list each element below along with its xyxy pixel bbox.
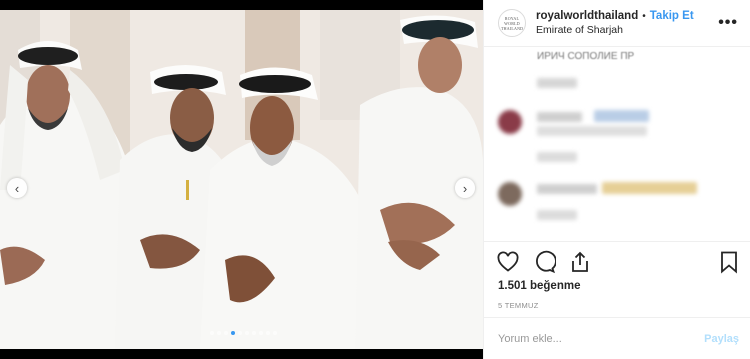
carousel-indicator: [210, 331, 277, 335]
bookmark-icon[interactable]: [717, 250, 741, 274]
carousel-dot: [273, 331, 277, 335]
likes-count[interactable]: 1.501 beğenme: [498, 280, 580, 292]
blurred-comment-text: [602, 182, 697, 194]
carousel-dot: [210, 331, 214, 335]
post-sidebar: ROYAL WORLD THAILAND royalworldthailand …: [483, 0, 750, 359]
separator-bullet: •: [642, 10, 646, 22]
carousel-dot: [238, 331, 242, 335]
action-icons: [496, 250, 592, 274]
post-comment-button[interactable]: Paylaş: [704, 333, 739, 345]
blurred-username: [537, 184, 597, 194]
blurred-comment-text: [537, 126, 647, 136]
header-text: royalworldthailand • Takip Et Emirate of…: [536, 10, 718, 36]
avatar-logo-text: ROYAL WORLD THAILAND: [501, 15, 524, 31]
post-date[interactable]: 5 TEMMUZ: [498, 301, 539, 310]
comment-icon[interactable]: [532, 250, 556, 274]
comments-list[interactable]: ИРИЧ СОПОЛИЕ ПР: [484, 48, 750, 240]
carousel-dot: [231, 331, 235, 335]
carousel-dot: [217, 331, 221, 335]
heart-icon[interactable]: [496, 250, 520, 274]
share-icon[interactable]: [568, 250, 592, 274]
comment-input[interactable]: [498, 332, 705, 345]
post-media[interactable]: ‹ ›: [0, 0, 483, 359]
photo-illustration: [0, 10, 483, 349]
post-photo[interactable]: ‹ ›: [0, 10, 483, 349]
carousel-dot: [245, 331, 249, 335]
follow-button[interactable]: Takip Et: [650, 10, 694, 22]
post-header: ROYAL WORLD THAILAND royalworldthailand …: [484, 0, 750, 47]
blurred-comment-meta: [537, 78, 577, 88]
comment-form: Paylaş: [484, 317, 750, 359]
blurred-comment-meta: [537, 152, 577, 162]
carousel-dot: [259, 331, 263, 335]
blurred-username: [537, 112, 582, 122]
username-link[interactable]: royalworldthailand: [536, 10, 638, 22]
location-link[interactable]: Emirate of Sharjah: [536, 24, 718, 36]
header-row: royalworldthailand • Takip Et: [536, 10, 718, 22]
carousel-prev-button[interactable]: ‹: [7, 178, 27, 198]
avatar[interactable]: ROYAL WORLD THAILAND: [498, 9, 526, 37]
carousel-next-button[interactable]: ›: [455, 178, 475, 198]
blurred-comment-text: [594, 110, 649, 122]
carousel-dot: [266, 331, 270, 335]
carousel-dot: [252, 331, 256, 335]
blurred-comment-meta: [537, 210, 577, 220]
carousel-dot: [224, 331, 228, 335]
truncated-comment-text: ИРИЧ СОПОЛИЕ ПР: [537, 51, 635, 62]
more-options-icon[interactable]: •••: [718, 14, 738, 32]
blurred-avatar: [498, 182, 522, 206]
blurred-avatar: [498, 110, 522, 134]
